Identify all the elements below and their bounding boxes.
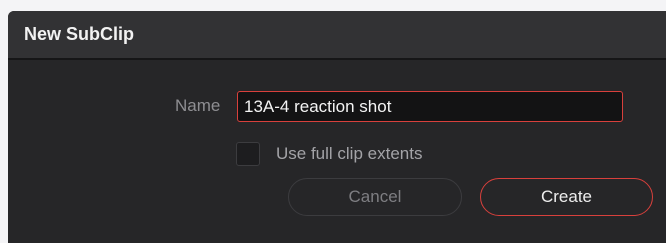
dialog-title: New SubClip bbox=[24, 24, 135, 44]
name-input[interactable] bbox=[237, 91, 623, 122]
dialog-titlebar[interactable]: New SubClip bbox=[8, 11, 666, 58]
new-subclip-dialog: New SubClip Name Use full clip extents C… bbox=[8, 11, 666, 243]
create-button[interactable]: Create bbox=[480, 178, 653, 216]
full-clip-extents-checkbox[interactable] bbox=[236, 142, 260, 166]
name-label: Name bbox=[175, 96, 221, 115]
cancel-button[interactable]: Cancel bbox=[288, 178, 462, 216]
full-clip-extents-label[interactable]: Use full clip extents bbox=[276, 144, 422, 164]
titlebar-divider bbox=[8, 58, 666, 60]
